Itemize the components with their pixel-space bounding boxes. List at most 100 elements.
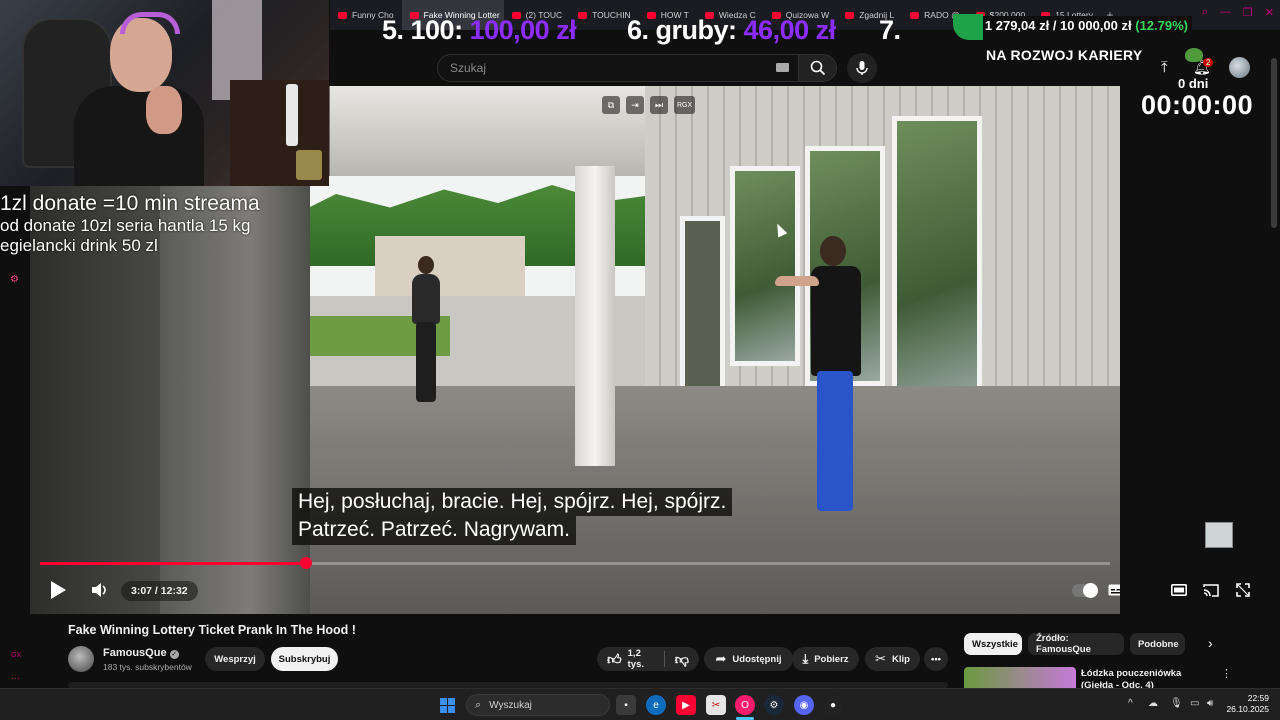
opera-gx-icon[interactable]: O: [735, 695, 755, 715]
miniplayer-icon[interactable]: ⧉: [602, 96, 620, 114]
youtube-icon: [646, 11, 656, 19]
microphone-tray-icon[interactable]: 🎙︎: [1170, 698, 1183, 709]
time-display: 3:07 / 12:32: [121, 581, 198, 601]
browser-tab-active[interactable]: Fake Winning Lotter: [401, 0, 504, 30]
browser-tab[interactable]: Funny Cho: [330, 0, 402, 30]
exit-icon[interactable]: ⇥: [626, 96, 644, 114]
edge-icon[interactable]: e: [646, 695, 666, 715]
minimize-icon[interactable]: —: [1220, 6, 1231, 19]
cloud-icon[interactable]: ☁: [1148, 698, 1158, 709]
keyboard-icon[interactable]: [776, 63, 789, 72]
channel-name[interactable]: FamousQue ✓: [103, 647, 179, 659]
browser-tab[interactable]: 15 Lottery: [1033, 0, 1101, 30]
progress-bar[interactable]: [40, 557, 1110, 569]
caption-line: Hej, posłuchaj, bracie. Hej, spójrz. Hej…: [292, 488, 733, 517]
volume-button[interactable]: [86, 572, 114, 608]
kebab-menu-icon[interactable]: ⋮: [1221, 667, 1232, 680]
recommended-thumbnail[interactable]: [964, 667, 1076, 689]
maximize-icon[interactable]: ❐: [1243, 6, 1253, 19]
speaker-icon[interactable]: 🔊︎: [1207, 698, 1213, 709]
like-button[interactable]: 👍︎ 1,2 tys.: [607, 648, 654, 670]
thumbs-up-icon: 👍︎: [607, 650, 622, 667]
recommended-title[interactable]: Łódzka pouczeniówka (Giełda - Odc. 4): [1081, 668, 1216, 688]
career-label: NA ROZWOJ KARIERY: [986, 47, 1143, 63]
tray-chevron-up-icon[interactable]: ^: [1128, 698, 1133, 709]
captions: Hej, posłuchaj, bracie. Hej, spójrz. Hej…: [292, 488, 733, 545]
file-explorer-icon[interactable]: ▪: [616, 695, 636, 715]
more-icon[interactable]: ···: [11, 673, 20, 683]
download-button[interactable]: ⤓ Pobierz: [792, 647, 859, 671]
page-scrollbar[interactable]: [1271, 58, 1277, 228]
chevron-right-icon[interactable]: ›: [1208, 635, 1213, 651]
video-overlay-controls: ⧉ ⇥ ⏭ RGX: [602, 96, 696, 114]
filter-chip-source[interactable]: Źródło: FamousQue: [1028, 633, 1124, 655]
clip-button[interactable]: ✂ Klip: [865, 647, 920, 671]
voice-search-button[interactable]: [847, 53, 877, 83]
fullscreen-button[interactable]: [1229, 572, 1257, 608]
support-button[interactable]: Wesprzyj: [205, 647, 265, 671]
taskbar-clock[interactable]: 22:59 26.10.2025: [1225, 693, 1269, 714]
youtube-icon: [845, 11, 855, 19]
browser-tab[interactable]: $200,000: [968, 0, 1033, 30]
browser-tab[interactable]: TOUCHIN: [570, 0, 639, 30]
youtube-icon: [409, 11, 419, 19]
verified-icon: ✓: [169, 650, 179, 659]
sidebar-gear-icon[interactable]: ⚙: [10, 274, 19, 285]
play-button[interactable]: [44, 572, 72, 608]
donate-rules: 1zl donate =10 min streama od donate 10z…: [0, 192, 260, 255]
account-avatar[interactable]: [1229, 57, 1250, 78]
browser-tab[interactable]: HOW T: [639, 0, 697, 30]
player-controls: 3:07 / 12:32 ⚙HD: [30, 572, 1120, 608]
download-icon: ⤓: [802, 651, 809, 666]
progress-bar-played: [40, 562, 307, 565]
obs-icon[interactable]: ●: [823, 695, 843, 715]
browser-tab[interactable]: Zgadnij L: [837, 0, 902, 30]
browser-tab[interactable]: Quizowa W: [764, 0, 837, 30]
youtube-app-icon[interactable]: ▶: [676, 695, 696, 715]
discord-icon[interactable]: ◉: [794, 695, 814, 715]
subscribe-button[interactable]: Subskrybuj: [271, 647, 338, 671]
cast-button[interactable]: [1197, 572, 1225, 608]
new-tab-plus-icon[interactable]: +: [1101, 8, 1119, 22]
more-actions-button[interactable]: •••: [924, 647, 948, 671]
search-input[interactable]: Szukaj: [437, 54, 799, 82]
network-icon[interactable]: ▭: [1190, 698, 1199, 709]
filter-chip-all[interactable]: Wszystkie: [964, 633, 1022, 655]
steam-icon[interactable]: ⚙: [764, 695, 784, 715]
subtitles-icon: [1108, 584, 1120, 596]
headset-icon: [120, 12, 180, 34]
streamer-webcam: [0, 0, 329, 186]
thumbs-down-icon[interactable]: 👎︎: [675, 651, 689, 668]
search-icon: ⌕: [475, 698, 482, 711]
youtube-icon: [975, 11, 985, 19]
thumbnail-preview[interactable]: [1205, 522, 1233, 548]
autoplay-toggle[interactable]: [1070, 572, 1100, 608]
donate-rule-line: egielancki drink 50 zl: [0, 235, 158, 255]
days-counter: 0 dni: [1178, 76, 1209, 91]
browser-tab[interactable]: Wiedza C: [697, 0, 764, 30]
caption-line: Patrzeć. Patrzeć. Nagrywam.: [292, 516, 576, 545]
search-tabs-icon[interactable]: ⌕: [1202, 6, 1208, 19]
donate-rule-line: 1zl donate =10 min streama: [0, 192, 260, 215]
video-frame-pillar: [575, 166, 615, 466]
skip-icon[interactable]: ⏭: [650, 96, 668, 114]
search-button[interactable]: [799, 54, 837, 82]
share-button[interactable]: ➦ Udostępnij: [704, 647, 793, 671]
stream-timer: 00:00:00: [1141, 90, 1254, 120]
more-horizontal-icon: •••: [931, 653, 941, 665]
windows-start-icon[interactable]: [440, 698, 455, 713]
theater-mode-button[interactable]: [1165, 572, 1193, 608]
filter-chip-related[interactable]: Podobne: [1130, 633, 1185, 655]
upload-icon[interactable]: ⤒: [1161, 59, 1168, 76]
youtube-icon: [704, 11, 714, 19]
browser-tab[interactable]: RADO @: [902, 0, 968, 30]
rgx-badge[interactable]: RGX: [674, 96, 696, 114]
gx-label: GX: [11, 652, 22, 659]
browser-tab[interactable]: (2) TOUC: [504, 0, 571, 30]
snipping-tool-icon[interactable]: ✂: [706, 695, 726, 715]
taskbar-search[interactable]: ⌕ Wyszukaj: [466, 694, 610, 716]
close-icon[interactable]: ✕: [1265, 6, 1274, 19]
like-dislike-group: 👍︎ 1,2 tys. 👎︎: [597, 647, 699, 671]
subtitles-button[interactable]: [1102, 572, 1120, 608]
channel-avatar[interactable]: [68, 646, 94, 672]
